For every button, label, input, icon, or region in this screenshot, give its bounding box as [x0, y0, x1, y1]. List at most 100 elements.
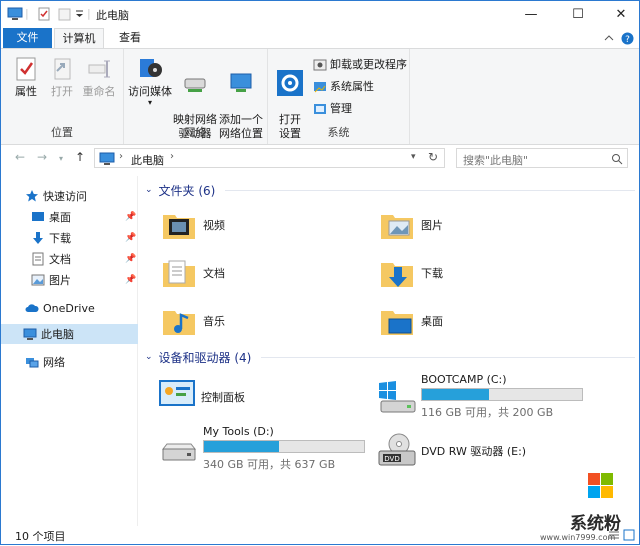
breadcrumb-separator-icon: ›	[170, 151, 174, 162]
drive-item-c[interactable]: BOOTCAMP (C:) 116 GB 可用，共 200 GB	[377, 373, 587, 419]
properties-button[interactable]: 属性	[9, 55, 43, 99]
group-label-location: 位置	[51, 126, 73, 139]
pin-icon: 📌	[125, 212, 137, 222]
address-bar[interactable]: › 此电脑 › ▾ ↻	[94, 148, 445, 168]
drive-label: My Tools (D:)	[203, 425, 274, 438]
star-icon	[26, 190, 38, 202]
address-path[interactable]: 此电脑	[131, 152, 164, 168]
picture-folder-icon	[381, 215, 413, 239]
drive-item-e[interactable]: DVD DVD RW 驱动器 (E:)	[377, 431, 577, 471]
pin-icon: 📌	[125, 254, 137, 264]
nav-this-pc[interactable]: 此电脑	[1, 324, 138, 344]
search-input[interactable]: 搜索"此电脑"	[463, 152, 528, 168]
manage-icon	[314, 104, 326, 114]
recent-locations-icon[interactable]: ▾	[59, 154, 63, 163]
settings-icon	[277, 70, 303, 96]
document-folder-icon	[163, 260, 195, 287]
dvd-drive-icon: DVD	[378, 433, 416, 466]
help-icon[interactable]: ?	[621, 32, 634, 45]
collapse-ribbon-icon[interactable]	[604, 33, 614, 43]
windows-logo-icon	[588, 473, 613, 498]
watermark: 系统粉 www.win7999.com	[540, 471, 640, 546]
tab-computer[interactable]: 计算机	[54, 28, 104, 49]
minimize-button[interactable]: —	[509, 1, 553, 28]
drive-label: DVD RW 驱动器 (E:)	[421, 445, 527, 458]
nav-item-downloads[interactable]: 下载 📌	[1, 228, 138, 248]
drive-item-control-panel[interactable]: 控制面板	[159, 377, 279, 411]
divider	[261, 356, 635, 358]
status-item-count: 10 个项目	[15, 530, 66, 543]
download-icon	[33, 232, 43, 244]
computer-icon[interactable]	[7, 7, 23, 21]
folders-header-label: 文件夹 (6)	[158, 183, 216, 198]
video-folder-icon	[163, 215, 195, 239]
nav-item-label: 下载	[49, 232, 71, 245]
drives-section-header[interactable]: ⌄ 设备和驱动器 (4)	[145, 348, 635, 366]
maximize-button[interactable]: ☐	[556, 1, 600, 28]
network-location-icon	[230, 73, 252, 92]
uninstall-icon	[313, 59, 327, 71]
back-icon[interactable]: ←	[15, 150, 25, 164]
group-label-network: 网络	[184, 126, 207, 139]
media-icon	[140, 59, 162, 77]
ribbon: 属性 打开 重命名 位置 访问媒体 ▾ 映射网络 驱动器 添加一个 网络位置 网…	[1, 48, 639, 145]
folder-item[interactable]: 图片	[379, 207, 443, 243]
access-media-button[interactable]: 访问媒体 ▾	[128, 55, 172, 107]
close-button[interactable]: ✕	[599, 1, 640, 28]
address-dropdown-icon[interactable]: ▾	[411, 152, 416, 162]
nav-item-documents[interactable]: 文档 📌	[1, 249, 138, 269]
window-title: 此电脑	[96, 9, 129, 22]
uninstall-programs-button[interactable]: 卸载或更改程序	[313, 57, 407, 73]
search-icon	[612, 154, 623, 165]
folders-section-header[interactable]: ⌄ 文件夹 (6)	[145, 181, 635, 199]
rename-button[interactable]: 重命名	[80, 55, 118, 99]
forward-icon[interactable]: →	[37, 150, 47, 164]
nav-quick-access[interactable]: 快速访问	[1, 186, 138, 206]
computer-icon	[99, 152, 115, 165]
manage-button[interactable]: 管理	[313, 101, 352, 117]
nav-item-label: 文档	[49, 253, 71, 266]
nav-item-pictures[interactable]: 图片 📌	[1, 270, 138, 290]
folder-label: 下载	[421, 267, 443, 280]
nav-network-label: 网络	[43, 356, 65, 369]
network-icon	[26, 358, 39, 368]
uninstall-label: 卸载或更改程序	[330, 58, 407, 71]
up-icon[interactable]: ↑	[75, 150, 85, 164]
system-properties-button[interactable]: 系统属性	[313, 79, 374, 95]
group-label-system: 系统	[327, 126, 350, 139]
chevron-down-icon: ⌄	[145, 185, 153, 195]
folder-item[interactable]: 文档	[161, 255, 225, 291]
new-folder-icon[interactable]	[58, 7, 72, 21]
address-row: ← → ▾ ↑ › 此电脑 › ▾ ↻ 搜索"此电脑"	[1, 146, 639, 171]
folder-item[interactable]: 音乐	[161, 303, 225, 339]
nav-item-label: 桌面	[49, 211, 71, 224]
computer-icon	[23, 328, 37, 340]
document-icon	[32, 252, 44, 266]
control-panel-icon	[159, 380, 195, 406]
folder-item[interactable]: 下载	[379, 255, 443, 291]
folder-item[interactable]: 视频	[161, 207, 225, 243]
tab-file[interactable]: 文件	[3, 28, 52, 48]
nav-onedrive[interactable]: OneDrive	[1, 298, 138, 318]
drive-free-space: 340 GB 可用，共 637 GB	[203, 458, 336, 471]
picture-icon	[31, 274, 45, 286]
nav-quick-access-label: 快速访问	[43, 190, 87, 203]
open-button[interactable]: 打开	[45, 55, 79, 99]
drive-item-d[interactable]: My Tools (D:) 340 GB 可用，共 637 GB	[159, 425, 369, 471]
access-media-label: 访问媒体	[128, 85, 172, 98]
nav-network[interactable]: 网络	[1, 352, 138, 372]
chevron-down-icon: ⌄	[145, 352, 153, 362]
properties-icon[interactable]	[37, 7, 51, 21]
svg-text:?: ?	[625, 35, 630, 45]
tab-view[interactable]: 查看	[109, 28, 151, 48]
search-box[interactable]: 搜索"此电脑"	[456, 148, 628, 168]
ribbon-group-network: 访问媒体 ▾ 映射网络 驱动器 添加一个 网络位置 网络	[124, 49, 268, 144]
music-folder-icon	[163, 311, 195, 335]
nav-item-desktop[interactable]: 桌面 📌	[1, 207, 138, 227]
navigation-pane: 快速访问 桌面 📌 下载 📌 文档 📌 图片 📌 OneDrive 此电脑 网络	[1, 176, 138, 526]
content-area: ⌄ 文件夹 (6) 视频 图片 文档 下载 音乐 桌面 ⌄ 设备和驱动器 (4)…	[141, 173, 639, 528]
refresh-icon[interactable]: ↻	[428, 150, 438, 164]
drive-usage-bar	[203, 440, 365, 453]
folder-item[interactable]: 桌面	[379, 303, 443, 339]
dropdown-icon[interactable]	[75, 7, 85, 21]
